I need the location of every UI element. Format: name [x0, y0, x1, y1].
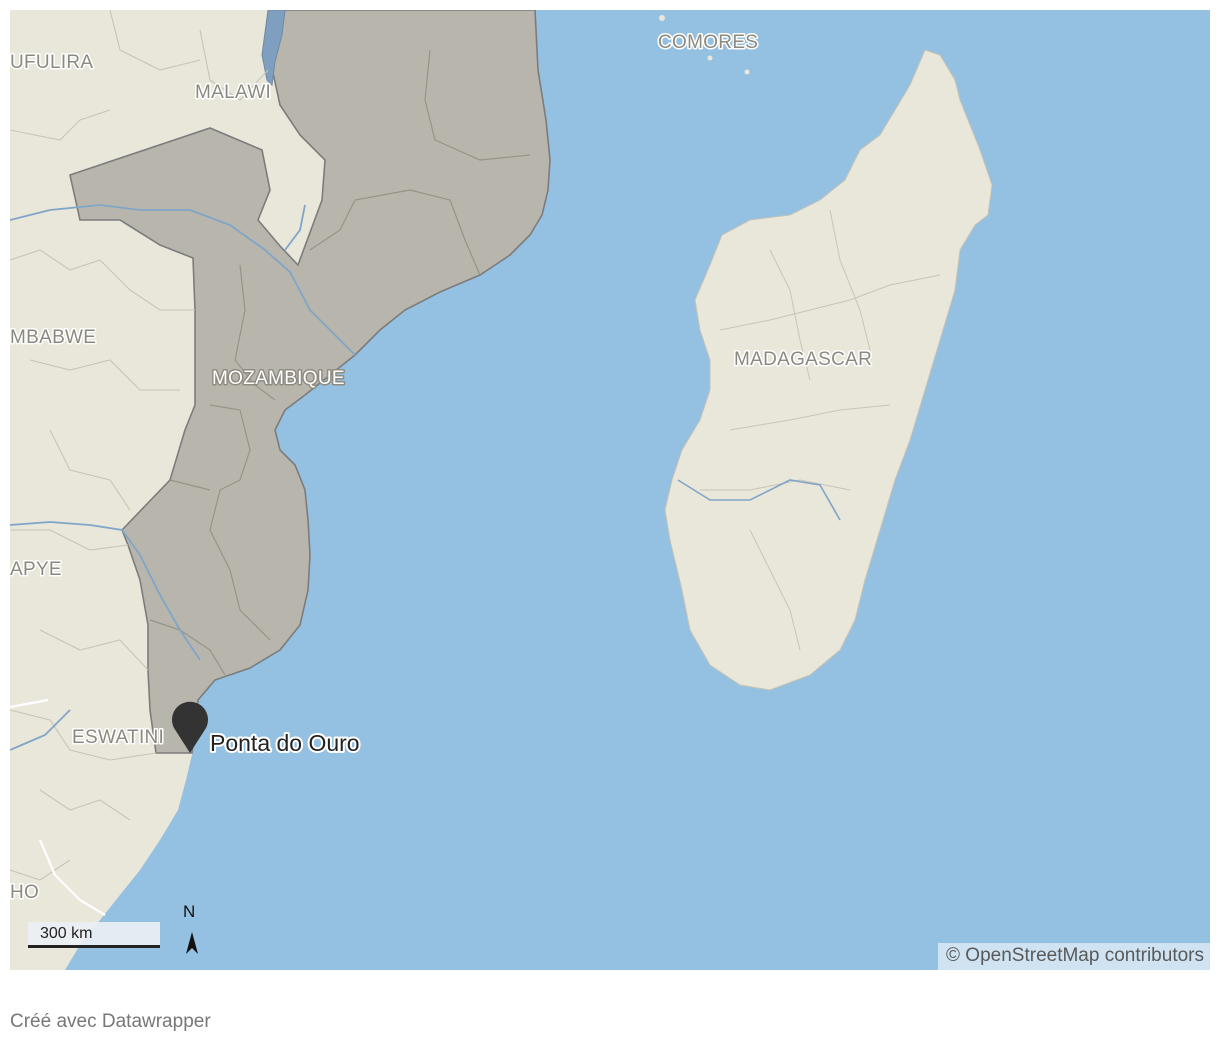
- map[interactable]: COMORES UFULIRA MALAWI MBABWE MOZAMBIQUE…: [10, 10, 1210, 970]
- map-canvas: COMORES UFULIRA MALAWI MBABWE MOZAMBIQUE…: [10, 10, 1210, 970]
- attribution[interactable]: © OpenStreetMap contributors: [938, 943, 1210, 970]
- label-mozambique: MOZAMBIQUE: [212, 368, 345, 389]
- scale-bar: 300 km: [28, 922, 160, 948]
- label-eswatini: ESWATINI: [72, 727, 164, 748]
- north-arrow-icon: [186, 932, 198, 954]
- label-zimbabwe: MBABWE: [10, 327, 96, 348]
- label-ufulira: UFULIRA: [10, 52, 93, 73]
- north-arrow: N: [180, 902, 204, 958]
- label-madagascar: MADAGASCAR: [734, 349, 872, 370]
- label-lesotho: HO: [10, 882, 39, 903]
- scale-label: 300 km: [40, 925, 93, 942]
- marker-label: Ponta do Ouro: [210, 730, 360, 756]
- label-comores: COMORES: [658, 32, 758, 53]
- label-malawi: MALAWI: [195, 82, 271, 103]
- footer-credit[interactable]: Créé avec Datawrapper: [10, 1011, 211, 1033]
- label-apye: APYE: [10, 559, 62, 580]
